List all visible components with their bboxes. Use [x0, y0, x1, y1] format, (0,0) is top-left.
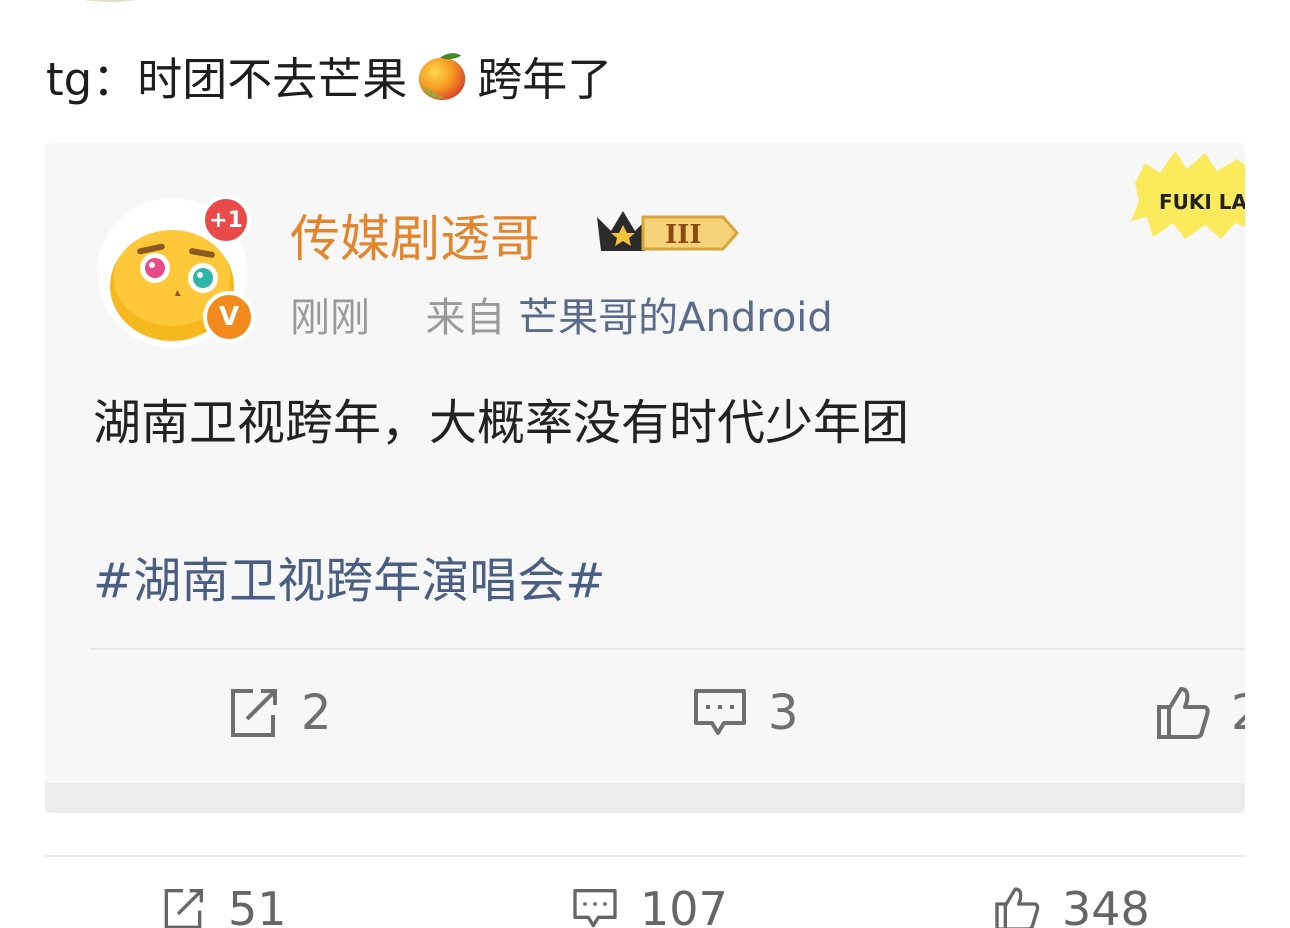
source-device[interactable]: 芒果哥的Android	[518, 295, 833, 341]
thumbs-up-icon	[1157, 687, 1210, 739]
quoted-post-card[interactable]: +1 V 传媒剧透哥 III 刚刚 来自 芒果哥的Android FUKI LA…	[45, 143, 1245, 813]
post-time: 刚刚	[290, 295, 370, 341]
hashtag-link[interactable]: #湖南卫视跨年演唱会#	[93, 541, 605, 611]
level-text: III	[665, 220, 702, 250]
post-text: tg：时团不去芒果 跨年了	[46, 40, 612, 110]
mango-icon	[419, 53, 466, 101]
comment-count: 107	[640, 882, 728, 928]
comment-icon	[573, 889, 617, 928]
post-text-after: 跨年了	[477, 52, 613, 106]
top-sticker-decoration	[84, 0, 136, 2]
sticker-text: FUKI LA	[1159, 190, 1245, 214]
card-bottom-strip	[45, 783, 1245, 813]
card-like-count: 2	[1231, 685, 1245, 741]
repost-icon	[164, 889, 203, 928]
card-comment-button[interactable]: 3	[690, 683, 799, 743]
card-divider	[90, 648, 1245, 650]
like-button[interactable]: 348	[992, 882, 1150, 928]
card-like-button[interactable]: 2	[1153, 683, 1245, 743]
comment-icon	[694, 689, 746, 735]
thumbs-up-icon	[995, 887, 1040, 928]
comment-button[interactable]: 107	[570, 882, 728, 928]
card-repost-count: 2	[301, 685, 332, 741]
quoted-body-text: 湖南卫视跨年，大概率没有时代少年团	[93, 395, 910, 451]
repost-button[interactable]: 51	[158, 882, 287, 928]
card-comment-count: 3	[768, 685, 799, 741]
card-repost-button[interactable]: 2	[223, 683, 332, 743]
fuki-sticker: FUKI LA	[1131, 151, 1245, 239]
repost-icon	[231, 689, 277, 737]
like-count: 348	[1062, 882, 1150, 928]
repost-count: 51	[228, 882, 287, 928]
crown-level-icon[interactable]: III	[593, 203, 743, 261]
source-prefix: 来自	[425, 295, 506, 341]
weibo-post-screenshot: tg：时团不去芒果 跨年了 +1 V 传媒剧透哥 III 刚刚 来自 芒果哥的A…	[0, 0, 1290, 928]
notification-badge: +1	[201, 195, 251, 245]
post-text-before: tg：时团不去芒果	[46, 52, 408, 106]
username[interactable]: 传媒剧透哥	[290, 199, 540, 271]
post-meta: 刚刚 来自 芒果哥的Android	[290, 285, 833, 343]
footer-divider	[45, 855, 1245, 857]
verified-badge: V	[203, 291, 255, 343]
